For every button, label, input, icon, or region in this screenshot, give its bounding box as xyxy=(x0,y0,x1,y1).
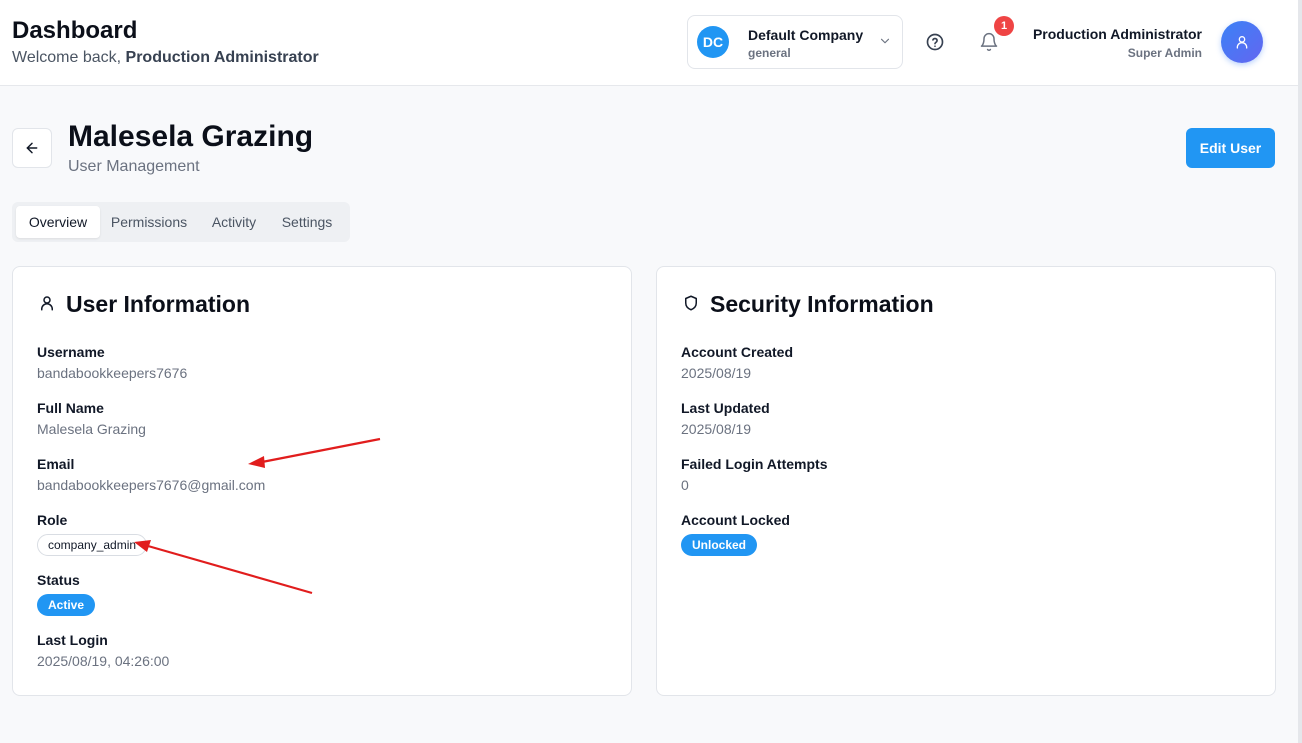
status-badge: Active xyxy=(37,594,96,616)
last-updated-value: 2025/08/19 xyxy=(681,421,752,437)
page-title: Malesela Grazing xyxy=(68,120,314,153)
company-selector[interactable]: DC Default Company general xyxy=(687,15,903,69)
tab-list: Overview Permissions Activity Settings xyxy=(12,202,350,242)
user-information-title: User Information xyxy=(66,291,251,317)
email-value: bandabookkeepers7676@gmail.com xyxy=(37,477,266,493)
last-updated-label: Last Updated xyxy=(681,400,770,416)
user-icon xyxy=(1236,36,1248,49)
company-initials-badge: DC xyxy=(697,26,729,58)
username-label: Username xyxy=(37,344,105,360)
chevron-down-icon xyxy=(880,38,890,44)
shield-icon xyxy=(685,295,697,311)
tab-settings[interactable]: Settings xyxy=(276,206,338,238)
company-name: Default Company xyxy=(748,27,864,43)
username-value: bandabookkeepers7676 xyxy=(37,365,188,381)
arrow-left-icon xyxy=(26,142,38,154)
top-header: Dashboard Welcome back, Production Admin… xyxy=(0,0,1302,86)
avatar[interactable] xyxy=(1221,21,1263,63)
role-label: Role xyxy=(37,512,68,528)
welcome-name: Production Administrator xyxy=(125,49,319,66)
security-information-card: Security Information Account Created 202… xyxy=(656,266,1276,696)
current-user-name: Production Administrator xyxy=(1032,26,1202,42)
scrollbar[interactable] xyxy=(1298,0,1302,743)
back-button[interactable] xyxy=(12,128,52,168)
account-created-label: Account Created xyxy=(681,344,794,360)
user-icon xyxy=(41,296,53,311)
tab-activity[interactable]: Activity xyxy=(200,206,268,238)
full-name-value: Malesela Grazing xyxy=(37,421,146,437)
account-locked-label: Account Locked xyxy=(681,512,790,528)
edit-user-button[interactable]: Edit User xyxy=(1186,128,1275,168)
role-badge: company_admin xyxy=(37,534,148,556)
help-circle-icon[interactable] xyxy=(925,32,945,52)
welcome-text: Welcome back, Production Administrator xyxy=(12,49,319,67)
page-subtitle: User Management xyxy=(68,158,200,175)
last-login-value: 2025/08/19, 04:26:00 xyxy=(37,653,170,669)
tab-permissions[interactable]: Permissions xyxy=(106,206,192,238)
failed-login-value: 0 xyxy=(681,477,689,493)
welcome-prefix: Welcome back, xyxy=(12,49,126,66)
notification-count-badge: 1 xyxy=(994,16,1014,36)
failed-login-label: Failed Login Attempts xyxy=(681,456,828,472)
bell-icon[interactable] xyxy=(979,32,999,52)
account-locked-badge: Unlocked xyxy=(681,534,758,556)
tab-overview[interactable]: Overview xyxy=(16,206,100,238)
header-title: Dashboard xyxy=(12,17,138,44)
user-information-card: User Information Username bandabookkeepe… xyxy=(12,266,632,696)
account-created-value: 2025/08/19 xyxy=(681,365,752,381)
status-label: Status xyxy=(37,572,80,588)
current-user-role: Super Admin xyxy=(1127,46,1202,60)
last-login-label: Last Login xyxy=(37,632,108,648)
full-name-label: Full Name xyxy=(37,400,104,416)
email-label: Email xyxy=(37,456,75,472)
security-information-title: Security Information xyxy=(710,291,934,317)
company-subtitle: general xyxy=(748,46,791,60)
